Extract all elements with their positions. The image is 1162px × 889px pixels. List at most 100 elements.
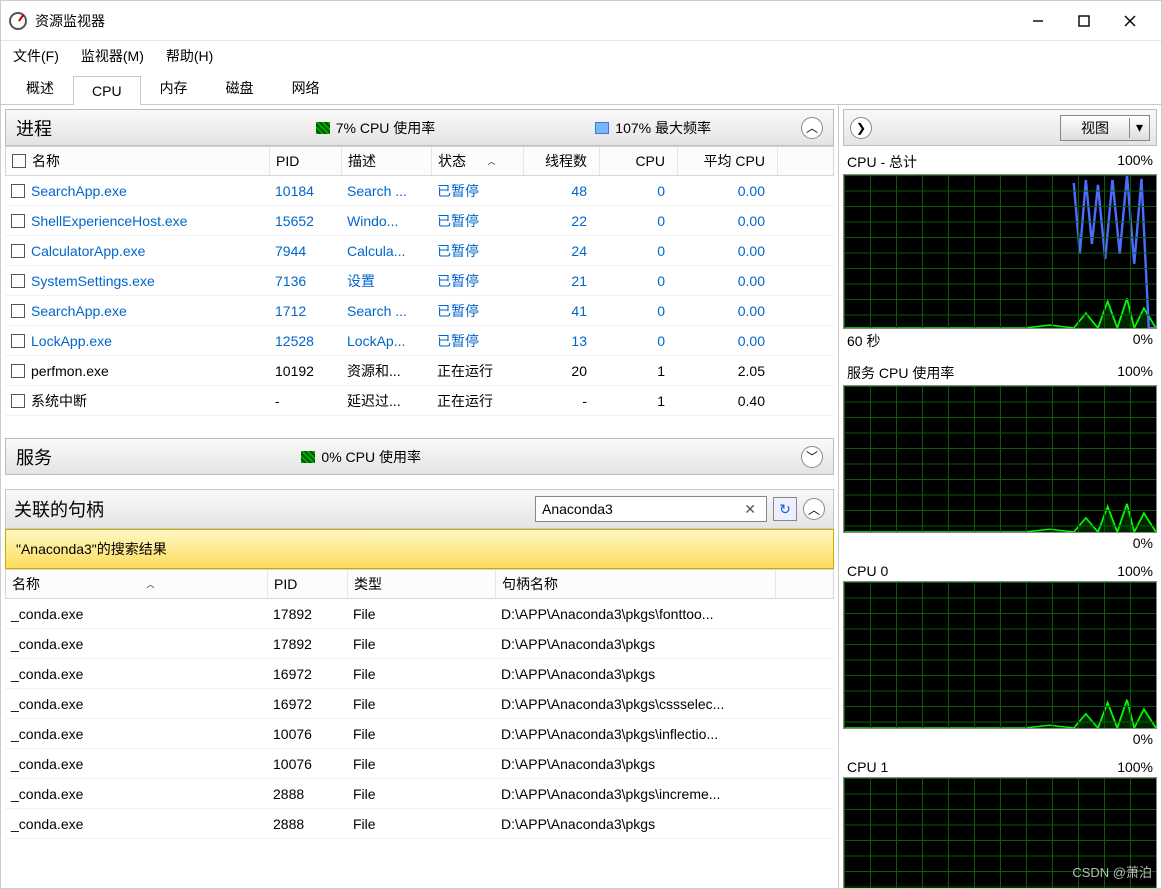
menu-monitor[interactable]: 监视器(M)	[81, 46, 144, 66]
graph-max: 100%	[1117, 152, 1153, 172]
col-description[interactable]: 描述	[342, 147, 432, 175]
col-name[interactable]: 名称	[6, 147, 270, 175]
tab-cpu[interactable]: CPU	[73, 76, 141, 105]
table-row[interactable]: SystemSettings.exe 7136 设置 已暂停 21 0 0.00	[5, 266, 834, 296]
table-row[interactable]: _conda.exe 10076 File D:\APP\Anaconda3\p…	[5, 719, 834, 749]
select-all-checkbox[interactable]	[12, 154, 26, 168]
process-rows: SearchApp.exe 10184 Search ... 已暂停 48 0 …	[5, 176, 834, 424]
graph-title: CPU 0	[847, 563, 888, 579]
col-avg-cpu[interactable]: 平均 CPU	[678, 147, 778, 175]
graph-xlabel: 60 秒	[847, 331, 880, 351]
app-icon	[9, 12, 27, 30]
table-row[interactable]: _conda.exe 16972 File D:\APP\Anaconda3\p…	[5, 659, 834, 689]
process-column-header: 名称 PID 描述 状态︿ 线程数 CPU 平均 CPU	[5, 146, 834, 176]
handle-rows: _conda.exe 17892 File D:\APP\Anaconda3\p…	[5, 599, 834, 888]
right-toolbar: ❯ 视图▾	[843, 109, 1157, 146]
hcol-handle-name[interactable]: 句柄名称	[496, 570, 776, 598]
table-row[interactable]: ShellExperienceHost.exe 15652 Windo... 已…	[5, 206, 834, 236]
graph-panel: 服务 CPU 使用率 100% 0%	[843, 361, 1157, 553]
table-row[interactable]: _conda.exe 17892 File D:\APP\Anaconda3\p…	[5, 599, 834, 629]
window-title: 资源监视器	[35, 11, 105, 31]
row-checkbox[interactable]	[11, 274, 25, 288]
row-checkbox[interactable]	[11, 304, 25, 318]
services-usage-swatch	[301, 451, 315, 463]
cpu-usage-swatch	[316, 122, 330, 134]
tab-network[interactable]: 网络	[273, 71, 339, 104]
table-row[interactable]: _conda.exe 2888 File D:\APP\Anaconda3\pk…	[5, 779, 834, 809]
services-header[interactable]: 服务 0% CPU 使用率 ﹀	[5, 438, 834, 475]
graph-min: 0%	[1133, 535, 1153, 551]
graph-max: 100%	[1117, 563, 1153, 579]
menu-file[interactable]: 文件(F)	[13, 46, 59, 66]
close-button[interactable]	[1107, 5, 1153, 37]
services-title: 服务	[16, 444, 52, 470]
handles-header: 关联的句柄 ✕ ↻ ︿	[5, 489, 834, 529]
refresh-search-button[interactable]: ↻	[773, 497, 797, 521]
table-row[interactable]: 系统中断 - 延迟过... 正在运行 - 1 0.40	[5, 386, 834, 416]
hcol-name[interactable]: 名称︿	[6, 570, 268, 598]
graph-plot	[843, 385, 1157, 533]
processes-header[interactable]: 进程 7% CPU 使用率 107% 最大频率 ︿	[5, 109, 834, 146]
table-row[interactable]: _conda.exe 10076 File D:\APP\Anaconda3\p…	[5, 749, 834, 779]
col-cpu[interactable]: CPU	[600, 147, 678, 175]
collapse-right-button[interactable]: ❯	[850, 117, 872, 139]
title-bar: 资源监视器	[1, 1, 1161, 41]
expand-services-button[interactable]: ﹀	[801, 446, 823, 468]
graph-max: 100%	[1117, 759, 1153, 775]
menu-help[interactable]: 帮助(H)	[166, 46, 213, 66]
graph-max: 100%	[1117, 363, 1153, 383]
cpu-usage-label: 7% CPU 使用率	[336, 118, 436, 138]
handles-title: 关联的句柄	[14, 496, 529, 522]
handles-column-header: 名称︿ PID 类型 句柄名称	[5, 569, 834, 599]
graph-title: 服务 CPU 使用率	[847, 363, 954, 383]
table-row[interactable]: perfmon.exe 10192 资源和... 正在运行 20 1 2.05	[5, 356, 834, 386]
row-checkbox[interactable]	[11, 184, 25, 198]
col-status[interactable]: 状态︿	[432, 147, 524, 175]
processes-title: 进程	[16, 115, 52, 141]
row-checkbox[interactable]	[11, 394, 25, 408]
graph-min: 0%	[1133, 331, 1153, 351]
graph-panel: CPU 0 100% 0%	[843, 561, 1157, 749]
graph-title: CPU - 总计	[847, 152, 917, 172]
row-checkbox[interactable]	[11, 364, 25, 378]
graph-list: CPU - 总计 100% 60 秒 0% 服务 CPU 使用率 100% 0% CP…	[839, 150, 1161, 888]
max-freq-label: 107% 最大频率	[615, 118, 711, 138]
hcol-pid[interactable]: PID	[268, 570, 348, 598]
col-threads[interactable]: 线程数	[524, 147, 600, 175]
table-row[interactable]: SearchApp.exe 1712 Search ... 已暂停 41 0 0…	[5, 296, 834, 326]
collapse-processes-button[interactable]: ︿	[801, 117, 823, 139]
graph-plot	[843, 581, 1157, 729]
graph-min: 0%	[1133, 731, 1153, 747]
col-pid[interactable]: PID	[270, 147, 342, 175]
search-box[interactable]: ✕	[535, 496, 767, 522]
graph-title: CPU 1	[847, 759, 888, 775]
table-row[interactable]: _conda.exe 17892 File D:\APP\Anaconda3\p…	[5, 629, 834, 659]
services-usage-label: 0% CPU 使用率	[321, 447, 421, 467]
row-checkbox[interactable]	[11, 244, 25, 258]
tab-overview[interactable]: 概述	[7, 71, 73, 104]
clear-search-button[interactable]: ✕	[740, 501, 760, 518]
tab-disk[interactable]: 磁盘	[207, 71, 273, 104]
maximize-button[interactable]	[1061, 5, 1107, 37]
row-checkbox[interactable]	[11, 214, 25, 228]
tab-bar: 概述 CPU 内存 磁盘 网络	[1, 71, 1161, 105]
tab-memory[interactable]: 内存	[141, 71, 207, 104]
watermark: CSDN @萧泊	[1072, 862, 1152, 881]
minimize-button[interactable]	[1015, 5, 1061, 37]
table-row[interactable]: _conda.exe 16972 File D:\APP\Anaconda3\p…	[5, 689, 834, 719]
view-button[interactable]: 视图▾	[1060, 115, 1150, 141]
table-row[interactable]: CalculatorApp.exe 7944 Calcula... 已暂停 24…	[5, 236, 834, 266]
search-input[interactable]	[542, 501, 740, 517]
table-row[interactable]: SearchApp.exe 10184 Search ... 已暂停 48 0 …	[5, 176, 834, 206]
max-freq-swatch	[595, 122, 609, 134]
chevron-down-icon: ▾	[1130, 119, 1149, 136]
hcol-type[interactable]: 类型	[348, 570, 496, 598]
table-row[interactable]: _conda.exe 2888 File D:\APP\Anaconda3\pk…	[5, 809, 834, 839]
search-result-banner: "Anaconda3"的搜索结果	[5, 529, 834, 569]
graph-panel: CPU - 总计 100% 60 秒 0%	[843, 150, 1157, 353]
collapse-handles-button[interactable]: ︿	[803, 498, 825, 520]
row-checkbox[interactable]	[11, 334, 25, 348]
menu-bar: 文件(F) 监视器(M) 帮助(H)	[1, 41, 1161, 71]
graph-plot	[843, 174, 1157, 329]
table-row[interactable]: LockApp.exe 12528 LockAp... 已暂停 13 0 0.0…	[5, 326, 834, 356]
